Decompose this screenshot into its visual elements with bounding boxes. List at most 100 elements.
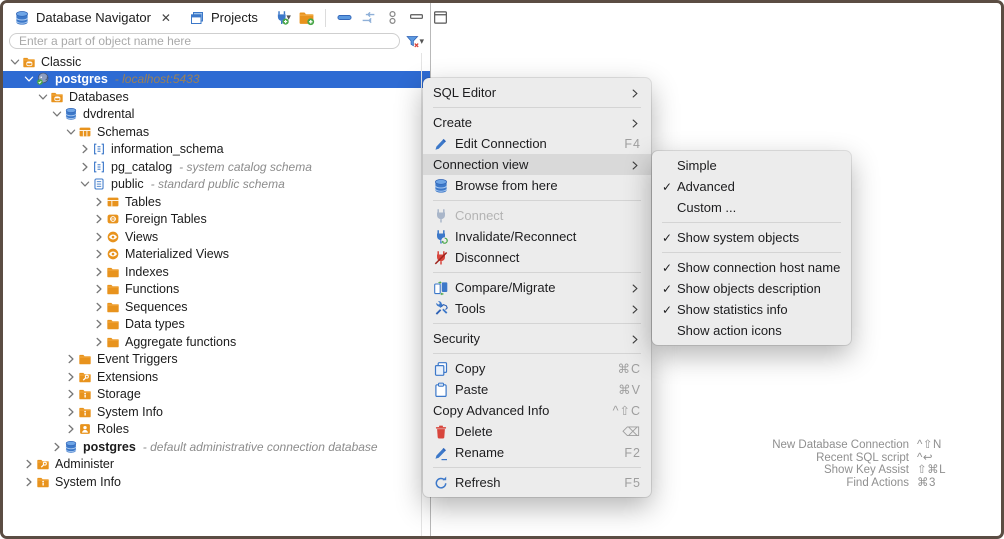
- tree-item-extensions[interactable]: Extensions: [3, 368, 430, 386]
- chevron-right-icon[interactable]: [64, 388, 78, 400]
- tree-item-functions[interactable]: Functions: [3, 281, 430, 299]
- menu-item-advanced[interactable]: ✓Advanced: [652, 176, 851, 197]
- menu-item-refresh[interactable]: RefreshF5: [423, 472, 651, 493]
- menu-item-compare-migrate[interactable]: Compare/Migrate: [423, 277, 651, 298]
- chevron-right-icon[interactable]: [92, 248, 106, 260]
- tree-item-postgres[interactable]: postgres- default administrative connect…: [3, 438, 430, 456]
- tree-item-foreign-tables[interactable]: Foreign Tables: [3, 211, 430, 229]
- minimize-button[interactable]: [408, 9, 425, 26]
- chevron-down-icon[interactable]: [36, 91, 50, 103]
- menu-item-shortcut: F4: [624, 137, 641, 151]
- collapse-all-button[interactable]: [336, 9, 353, 26]
- tree-item-label: Aggregate functions: [125, 335, 236, 349]
- view-options-button[interactable]: [384, 9, 401, 26]
- filter-button[interactable]: ▾: [405, 34, 424, 49]
- tree-item-storage[interactable]: Storage: [3, 386, 430, 404]
- dots8-icon: [384, 9, 401, 26]
- menu-item-label: Delete: [455, 424, 610, 439]
- tree-item-materialized-views[interactable]: Materialized Views: [3, 246, 430, 264]
- close-tab-icon[interactable]: ✕: [161, 11, 171, 25]
- tree-item-pg-catalog[interactable]: pg_catalog- system catalog schema: [3, 158, 430, 176]
- chevron-right-icon[interactable]: [92, 266, 106, 278]
- chevron-right-icon[interactable]: [50, 441, 64, 453]
- menu-item-label: Show action icons: [677, 323, 841, 338]
- tree-item-databases[interactable]: Databases: [3, 88, 430, 106]
- chevron-right-icon[interactable]: [64, 423, 78, 435]
- menu-item-show-action-icons[interactable]: Show action icons: [652, 320, 851, 341]
- tree-item-public[interactable]: public- standard public schema: [3, 176, 430, 194]
- chevron-right-icon[interactable]: [78, 143, 92, 155]
- menu-item-shortcut: ⌫: [622, 424, 641, 439]
- chevron-right-icon[interactable]: [64, 371, 78, 383]
- menu-item-edit-connection[interactable]: Edit ConnectionF4: [423, 133, 651, 154]
- menu-item-copy[interactable]: Copy⌘C: [423, 358, 651, 379]
- chevron-right-icon[interactable]: [64, 406, 78, 418]
- chevron-right-icon[interactable]: [64, 353, 78, 365]
- tree-item-views[interactable]: Views: [3, 228, 430, 246]
- chevron-down-icon[interactable]: [64, 126, 78, 138]
- menu-item-show-objects-description[interactable]: ✓Show objects description: [652, 278, 851, 299]
- chevron-right-icon[interactable]: [92, 231, 106, 243]
- menu-item-simple[interactable]: Simple: [652, 155, 851, 176]
- chevron-right-icon[interactable]: [22, 458, 36, 470]
- tree-item-data-types[interactable]: Data types: [3, 316, 430, 334]
- tree-item-system-info[interactable]: System Info: [3, 403, 430, 421]
- menu-item-delete[interactable]: Delete ⌫: [423, 421, 651, 442]
- menu-item-show-system-objects[interactable]: ✓Show system objects: [652, 227, 851, 248]
- tree-item-sequences[interactable]: Sequences: [3, 298, 430, 316]
- maximize-button[interactable]: [432, 9, 449, 26]
- view-tabstrip: Database Navigator ✕ Projects ▾: [3, 3, 430, 32]
- tree-item-system-info[interactable]: System Info: [3, 473, 430, 491]
- chevron-right-icon[interactable]: [78, 161, 92, 173]
- menu-item-create[interactable]: Create: [423, 112, 651, 133]
- chevron-down-icon[interactable]: [8, 56, 22, 68]
- tab-projects[interactable]: Projects: [183, 3, 264, 32]
- tree-item-indexes[interactable]: Indexes: [3, 263, 430, 281]
- tree-item-tables[interactable]: Tables: [3, 193, 430, 211]
- maximize-icon: [432, 9, 449, 26]
- menu-item-paste[interactable]: Paste⌘V: [423, 379, 651, 400]
- menu-item-label: Simple: [677, 158, 841, 173]
- menu-item-disconnect[interactable]: Disconnect: [423, 247, 651, 268]
- menu-item-invalidate-reconnect[interactable]: Invalidate/Reconnect: [423, 226, 651, 247]
- menu-item-browse-from-here[interactable]: Browse from here: [423, 175, 651, 196]
- chevron-right-icon[interactable]: [22, 476, 36, 488]
- menu-item-label: Connection view: [433, 157, 621, 172]
- tree-item-event-triggers[interactable]: Event Triggers: [3, 351, 430, 369]
- menu-item-sql-editor[interactable]: SQL Editor: [423, 82, 651, 103]
- menu-item-rename[interactable]: RenameF2: [423, 442, 651, 463]
- menu-item-copy-advanced-info[interactable]: Copy Advanced Info^⇧C: [423, 400, 651, 421]
- chevron-right-icon[interactable]: [92, 318, 106, 330]
- search-input[interactable]: [9, 33, 400, 49]
- menu-item-custom[interactable]: Custom ...: [652, 197, 851, 218]
- tree-item-information-schema[interactable]: information_schema: [3, 141, 430, 159]
- chevron-down-icon[interactable]: [78, 178, 92, 190]
- hint-keys: ^⇧N: [917, 439, 959, 452]
- menu-item-show-connection-host-name[interactable]: ✓Show connection host name: [652, 257, 851, 278]
- new-connection-button[interactable]: ▾: [274, 9, 291, 26]
- menu-item-label: Advanced: [677, 179, 841, 194]
- tree-item-aggregate-functions[interactable]: Aggregate functions: [3, 333, 430, 351]
- menu-item-label: SQL Editor: [433, 85, 621, 100]
- chevron-right-icon[interactable]: [92, 213, 106, 225]
- chevron-down-icon[interactable]: [50, 108, 64, 120]
- tree-item-administer[interactable]: Administer: [3, 456, 430, 474]
- menu-item-show-statistics-info[interactable]: ✓Show statistics info: [652, 299, 851, 320]
- chevron-right-icon[interactable]: [92, 196, 106, 208]
- tree-item-postgres[interactable]: postgres- localhost:5433: [3, 71, 430, 89]
- tree-item-label: pg_catalog: [111, 160, 172, 174]
- new-project-folder-button[interactable]: [298, 9, 315, 26]
- chevron-right-icon[interactable]: [92, 283, 106, 295]
- chevron-right-icon[interactable]: [92, 301, 106, 313]
- menu-item-tools[interactable]: Tools: [423, 298, 651, 319]
- link-with-editor-button[interactable]: [360, 9, 377, 26]
- tree-item-schemas[interactable]: Schemas: [3, 123, 430, 141]
- menu-item-security[interactable]: Security: [423, 328, 651, 349]
- tab-database-navigator[interactable]: Database Navigator ✕: [8, 3, 177, 32]
- chevron-down-icon[interactable]: [22, 73, 36, 85]
- tree-item-classic[interactable]: Classic: [3, 53, 430, 71]
- menu-item-connection-view[interactable]: Connection view: [423, 154, 651, 175]
- chevron-right-icon[interactable]: [92, 336, 106, 348]
- tree-item-dvdrental[interactable]: dvdrental: [3, 106, 430, 124]
- tree-item-roles[interactable]: Roles: [3, 421, 430, 439]
